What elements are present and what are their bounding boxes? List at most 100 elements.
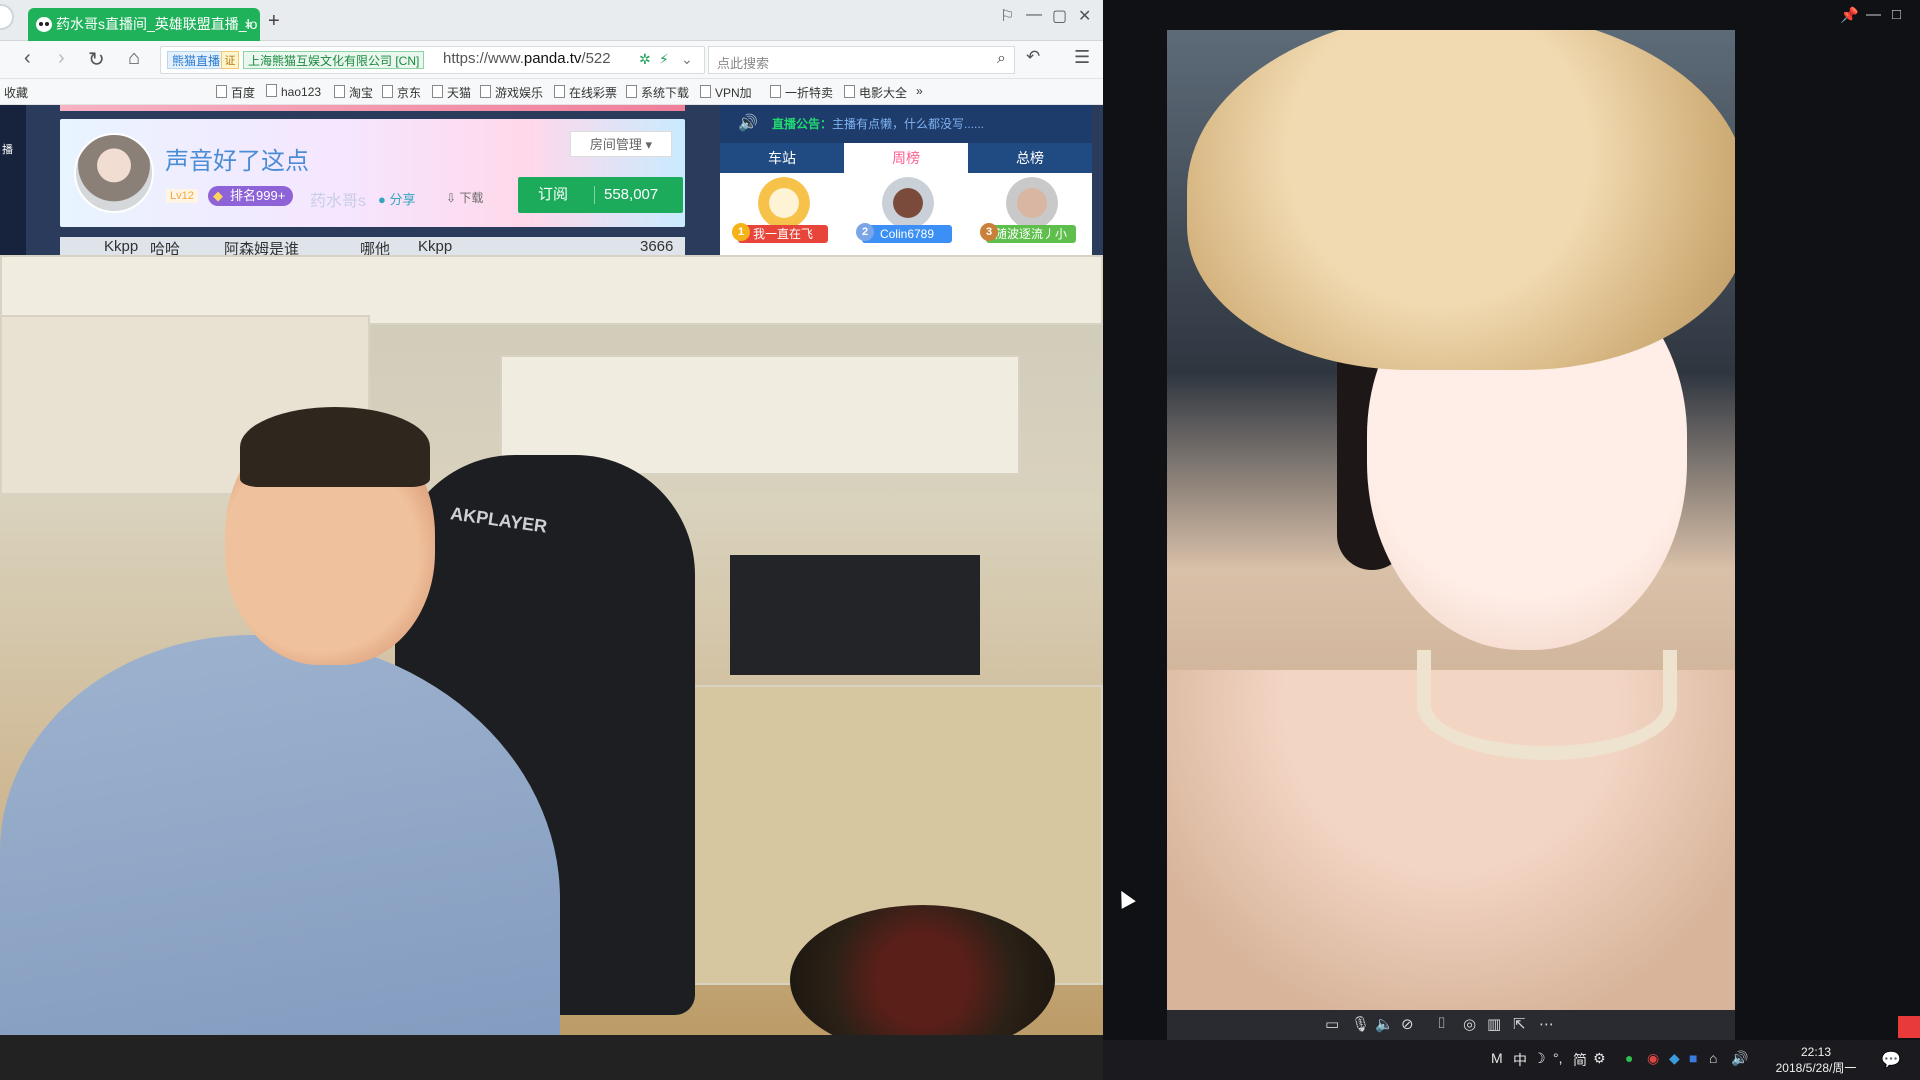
popout-icon[interactable]: ⇱	[1513, 1015, 1526, 1033]
bookmark-item[interactable]: 在线彩票	[554, 84, 617, 101]
clock[interactable]: 22:13 2018/5/28/周一	[1771, 1044, 1861, 1076]
address-field[interactable]: 熊猫直播 证 上海熊猫互娱文化有限公司 [CN] https://www.pan…	[160, 46, 705, 74]
reload-button[interactable]: ↻	[88, 47, 105, 72]
tab-weekly[interactable]: 周榜	[844, 143, 968, 173]
fan-rank-item[interactable]: 随波逐流丿小 3	[968, 173, 1092, 255]
mic-icon[interactable]: 🎙	[1351, 1015, 1370, 1033]
speaker-icon: 🔊	[738, 115, 758, 132]
bookmark-favorites[interactable]: 收藏	[4, 84, 28, 101]
bookmark-item[interactable]: 天猫	[432, 84, 471, 101]
tray-app-icon[interactable]: ●	[1625, 1050, 1633, 1066]
video-player-window: 📌 — □ ▭ 🎙 🔈 ⊘ ⌷ ◎ ▥ ⇱ ⋯	[1103, 0, 1920, 1040]
minimize-button[interactable]: —	[1026, 6, 1042, 24]
fan-rank-item[interactable]: Colin6789 2	[844, 173, 968, 255]
volume-icon[interactable]: 🔊	[1731, 1050, 1748, 1067]
rank-badge[interactable]: 排名999+	[208, 186, 294, 206]
room-manage-dropdown[interactable]: 房间管理 ▾	[570, 131, 672, 157]
home-button[interactable]: ⌂	[128, 47, 140, 70]
fan-name: Colin6789	[862, 225, 952, 243]
bookmark-item[interactable]: hao123	[266, 84, 321, 99]
avatar[interactable]	[74, 133, 154, 213]
new-tab-button[interactable]: +	[268, 10, 280, 33]
back-button[interactable]: ‹	[24, 47, 31, 70]
skin-icon[interactable]: ⚐	[1000, 6, 1014, 26]
tab-total[interactable]: 总榜	[968, 143, 1092, 173]
tray-app-icon[interactable]: ◆	[1669, 1050, 1680, 1067]
pin-icon[interactable]: 📌	[1840, 6, 1859, 24]
search-icon[interactable]: ⌕	[997, 50, 1006, 68]
extension-icon[interactable]: ✲	[639, 51, 651, 68]
notification-icon[interactable]: 💬	[1881, 1050, 1901, 1070]
ime-settings-icon[interactable]: ⚙	[1593, 1050, 1606, 1067]
ranking-tabs: 车站 周榜 总榜	[720, 143, 1092, 173]
clock-time: 22:13	[1800, 1045, 1832, 1059]
strip-item[interactable]: Kkpp	[104, 238, 138, 255]
tab-active[interactable]: 药水哥s直播间_英雄联盟直播_lo ×	[28, 8, 260, 41]
menu-icon[interactable]: ☰	[1074, 47, 1090, 68]
tab-station[interactable]: 车站	[720, 143, 844, 173]
browser-logo-icon[interactable]	[0, 4, 14, 30]
bookmark-item[interactable]: 一折特卖	[770, 84, 833, 101]
ime-chinese-icon[interactable]: 中	[1513, 1050, 1527, 1070]
taskbar: M 中 ☽ °, 简 ⚙ ● ◉ ◆ ■ ⌂ 🔊 22:13 2018/5/28…	[1103, 1040, 1920, 1080]
network-icon[interactable]: ⌂	[1709, 1050, 1717, 1066]
speed-icon[interactable]: ⚡	[659, 51, 669, 68]
share-button[interactable]: ● 分享	[378, 189, 415, 208]
sidebar-label: 播	[2, 144, 13, 156]
address-dropdown-icon[interactable]: ⌄	[681, 51, 693, 68]
bookmark-item[interactable]: 电影大全	[844, 84, 907, 101]
fan-name: 随波逐流丿小	[986, 225, 1076, 243]
bookmark-item[interactable]: 系统下载	[626, 84, 689, 101]
ime-m-icon[interactable]: M	[1491, 1050, 1503, 1066]
video-toolbar: ▭ 🎙 🔈 ⊘ ⌷ ◎ ▥ ⇱ ⋯	[1167, 1010, 1735, 1040]
more-icon[interactable]: ⋯	[1539, 1015, 1554, 1033]
bookmark-item[interactable]: 淘宝	[334, 84, 373, 101]
bookmark-item[interactable]: 游戏娱乐	[480, 84, 543, 101]
subscribe-button[interactable]: 订阅 558,007	[518, 177, 683, 213]
search-box[interactable]: 点此搜索 ⌕	[708, 46, 1015, 74]
level-badge: Lv12	[166, 189, 198, 203]
ime-moon-icon[interactable]: ☽	[1533, 1050, 1546, 1067]
minimize-button[interactable]: —	[1866, 6, 1881, 23]
bookmark-item[interactable]: 百度	[216, 84, 255, 101]
bookmark-item[interactable]: VPN加	[700, 84, 752, 101]
url-text: https://www.panda.tv/522	[443, 50, 611, 67]
strip-item[interactable]: 哈哈	[150, 238, 180, 255]
left-sidebar[interactable]: 播	[0, 105, 26, 255]
tab-close-icon[interactable]: ×	[244, 8, 252, 41]
certificate-badge[interactable]: 上海熊猫互娱文化有限公司 [CN]	[243, 51, 425, 69]
ime-punct-icon[interactable]: °,	[1553, 1050, 1563, 1066]
ime-simplified-icon[interactable]: 简	[1573, 1050, 1587, 1070]
maximize-button[interactable]: □	[1892, 6, 1901, 23]
tab-title: 药水哥s直播间_英雄联盟直播_lo	[56, 16, 258, 32]
strip-item[interactable]: 阿森姆是谁	[224, 238, 299, 255]
webcam-feed: AKPLAYER	[0, 255, 1103, 1080]
side-red-tab[interactable]	[1898, 1016, 1920, 1038]
more-bookmarks-icon[interactable]: »	[916, 84, 923, 98]
speaker-left	[730, 555, 850, 675]
download-button[interactable]: ⇩ 下载	[446, 189, 483, 206]
maximize-button[interactable]: ▢	[1052, 6, 1067, 26]
bookmark-item[interactable]: 京东	[382, 84, 421, 101]
close-window-button[interactable]: ✕	[1078, 6, 1091, 26]
undo-close-icon[interactable]: ↶	[1026, 47, 1040, 67]
strip-item[interactable]: Kkpp	[418, 238, 452, 255]
fan-avatar	[1006, 177, 1058, 229]
camera-off-icon[interactable]: ⊘	[1401, 1015, 1414, 1033]
tray-app-icon[interactable]: ■	[1689, 1050, 1697, 1066]
record-icon[interactable]: ◎	[1463, 1015, 1476, 1033]
volume-icon[interactable]: 🔈	[1375, 1015, 1394, 1033]
snapshot-icon[interactable]: ⌷	[1437, 1015, 1446, 1032]
layout-icon[interactable]: ▥	[1487, 1015, 1501, 1033]
strip-item[interactable]: 3666	[640, 238, 673, 255]
fan-rank-item[interactable]: 我一直在飞 1	[720, 173, 844, 255]
forward-button[interactable]: ›	[58, 47, 65, 70]
fan-rank-number: 2	[856, 223, 874, 241]
desktop: 药水哥s直播间_英雄联盟直播_lo × + ⚐ — ▢ ✕ ‹ › ↻ ⌂ 熊猫…	[0, 0, 1920, 1080]
clock-date: 2018/5/28/周一	[1775, 1061, 1857, 1075]
tray-app-icon[interactable]: ◉	[1647, 1050, 1659, 1067]
chat-icon[interactable]: ▭	[1325, 1015, 1339, 1033]
bookmarks-bar: 收藏 百度 hao123 淘宝 京东 天猫 游戏娱乐 在线彩票 系统下载 VPN…	[0, 79, 1103, 105]
strip-item[interactable]: 哪他	[360, 238, 390, 255]
video-feed[interactable]	[1167, 30, 1735, 1010]
